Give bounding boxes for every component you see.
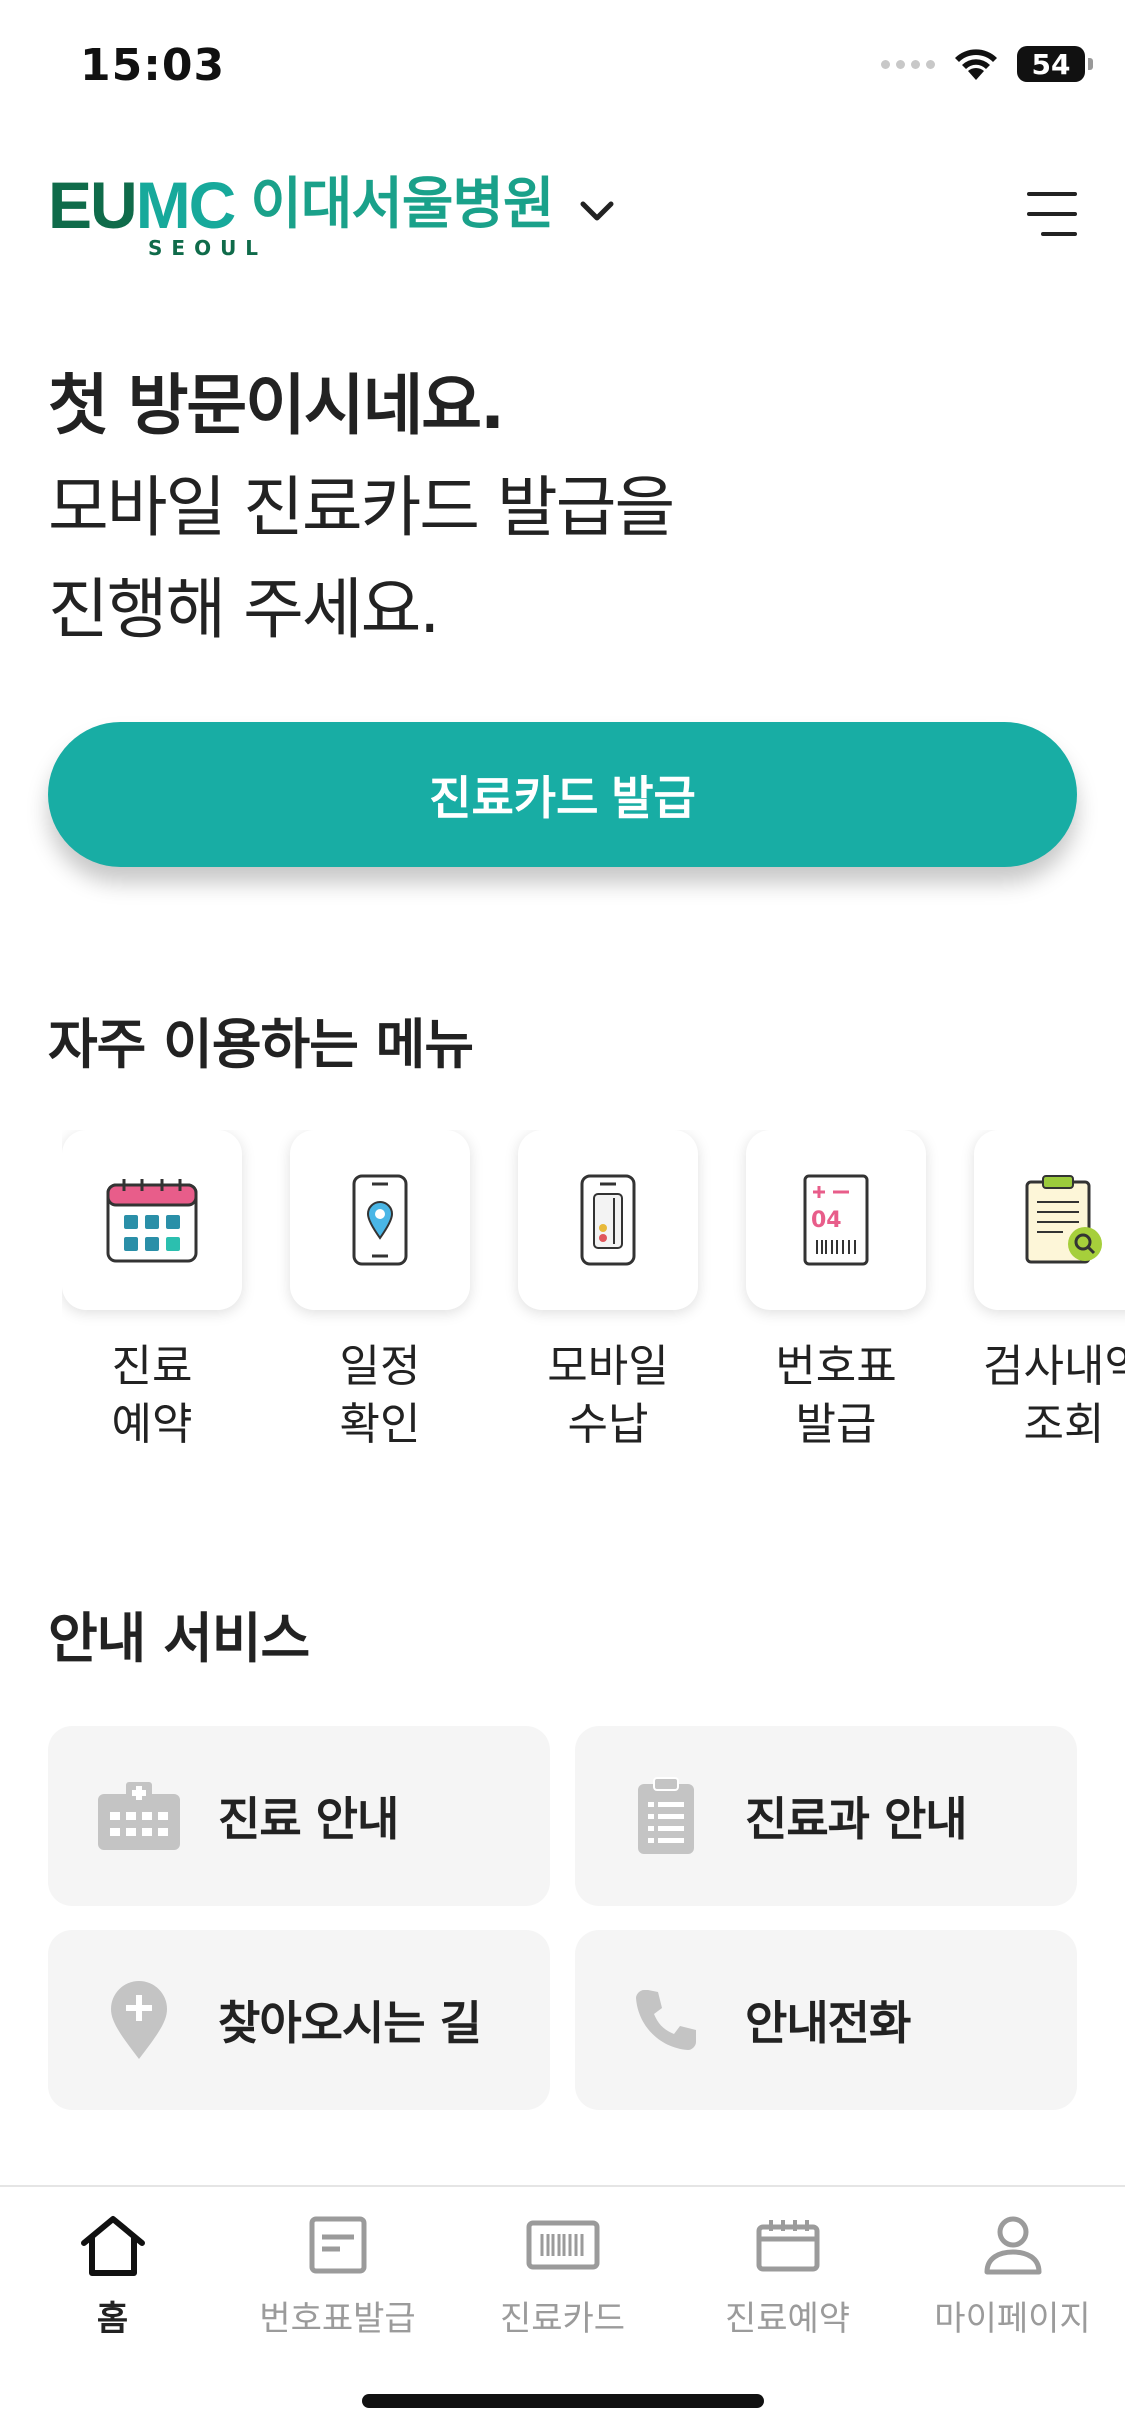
tab-reservation[interactable]: 진료예약 bbox=[675, 2205, 900, 2340]
tab-label: 진료예약 bbox=[724, 2299, 851, 2339]
barcode-card-icon bbox=[523, 2205, 603, 2285]
service-label: 찾아오시는 길 bbox=[218, 1996, 482, 2050]
menu-button[interactable] bbox=[1021, 192, 1077, 236]
quick-tile bbox=[974, 1130, 1125, 1310]
tab-home[interactable]: 홈 bbox=[0, 2205, 225, 2340]
tab-ticket[interactable]: 번호표발급 bbox=[225, 2205, 450, 2340]
quick-menu-list[interactable]: 진료 예약 일정 확인 모바일 수납 04 번호표 발급 검사내역 조회 bbox=[62, 1130, 1125, 1470]
quick-label-line: 번호표 bbox=[775, 1341, 897, 1392]
quick-tile bbox=[290, 1130, 470, 1310]
issue-card-button[interactable]: 진료카드 발급 bbox=[48, 722, 1077, 867]
app-header: EUMC SEOUL 이대서울병원 bbox=[0, 160, 1125, 270]
quick-label: 진료 예약 bbox=[112, 1338, 193, 1454]
ticket-tab-icon bbox=[298, 2205, 378, 2285]
quick-label: 번호표 발급 bbox=[775, 1338, 896, 1454]
service-label: 진료 안내 bbox=[218, 1792, 399, 1846]
status-indicators: 54 bbox=[881, 46, 1093, 82]
quick-menu-title: 자주 이용하는 메뉴 bbox=[48, 1013, 474, 1076]
tab-label: 진료카드 bbox=[499, 2299, 626, 2339]
user-icon bbox=[973, 2205, 1053, 2285]
eumc-logo: EUMC SEOUL bbox=[48, 168, 258, 260]
welcome-line-2: 모바일 진료카드 발급을 bbox=[48, 469, 675, 546]
tab-card[interactable]: 진료카드 bbox=[450, 2205, 675, 2340]
quick-label: 모바일 수납 bbox=[547, 1338, 668, 1454]
phone-location-icon bbox=[352, 1174, 408, 1266]
services-title: 안내 서비스 bbox=[48, 1607, 310, 1670]
hospital-icon bbox=[94, 1771, 184, 1861]
battery-icon: 54 bbox=[1017, 46, 1093, 82]
quick-label-line: 수납 bbox=[567, 1399, 649, 1450]
calendar-icon bbox=[106, 1179, 198, 1263]
service-department-guide[interactable]: 진료과 안내 bbox=[575, 1726, 1077, 1906]
welcome-line-1: 첫 방문이시네요. bbox=[48, 367, 505, 444]
hospital-name: 이대서울병원 bbox=[250, 172, 554, 237]
quick-tile: 04 bbox=[746, 1130, 926, 1310]
calendar-tab-icon bbox=[748, 2205, 828, 2285]
tab-label: 홈 bbox=[96, 2299, 129, 2339]
clipboard-list-icon bbox=[621, 1771, 711, 1861]
phone-icon bbox=[621, 1975, 711, 2065]
quick-label-line: 발급 bbox=[795, 1399, 877, 1450]
quick-item-payment[interactable]: 모바일 수납 bbox=[518, 1130, 698, 1454]
menu-line bbox=[1041, 232, 1077, 236]
mobile-card-icon bbox=[580, 1174, 636, 1266]
tab-label: 번호표발급 bbox=[259, 2299, 416, 2339]
logo-sub: SEOUL bbox=[148, 236, 268, 260]
ticket-icon: 04 bbox=[803, 1174, 869, 1266]
quick-label: 검사내역 조회 bbox=[983, 1338, 1125, 1454]
quick-item-test-results[interactable]: 검사내역 조회 bbox=[974, 1130, 1125, 1454]
quick-item-reservation[interactable]: 진료 예약 bbox=[62, 1130, 242, 1454]
svg-text:04: 04 bbox=[811, 1208, 842, 1233]
service-phone[interactable]: 안내전화 bbox=[575, 1930, 1077, 2110]
tab-mypage[interactable]: 마이페이지 bbox=[900, 2205, 1125, 2340]
service-treatment-guide[interactable]: 진료 안내 bbox=[48, 1726, 550, 1906]
quick-label-line: 조회 bbox=[1023, 1399, 1105, 1450]
cellular-signal-icon bbox=[881, 59, 935, 69]
map-pin-icon bbox=[94, 1975, 184, 2065]
status-bar: 15:03 54 bbox=[0, 0, 1125, 140]
hospital-selector[interactable]: EUMC SEOUL 이대서울병원 bbox=[48, 168, 617, 260]
home-indicator bbox=[362, 2394, 764, 2408]
quick-label-line: 모바일 bbox=[547, 1341, 669, 1392]
quick-label-line: 일정 bbox=[339, 1341, 421, 1392]
wifi-icon bbox=[955, 49, 997, 80]
service-label: 진료과 안내 bbox=[745, 1792, 968, 1846]
service-label: 안내전화 bbox=[745, 1996, 911, 2050]
quick-label: 일정 확인 bbox=[340, 1338, 421, 1454]
menu-line bbox=[1027, 192, 1077, 196]
quick-label-line: 진료 bbox=[111, 1341, 193, 1392]
tab-label: 마이페이지 bbox=[934, 2299, 1091, 2339]
status-time: 15:03 bbox=[80, 40, 226, 91]
quick-label-line: 확인 bbox=[339, 1399, 421, 1450]
logo-text: EUMC bbox=[48, 168, 236, 242]
service-directions[interactable]: 찾아오시는 길 bbox=[48, 1930, 550, 2110]
welcome-message: 첫 방문이시네요. 모바일 진료카드 발급을 진행해 주세요. bbox=[48, 355, 1048, 661]
home-icon bbox=[73, 2205, 153, 2285]
quick-item-ticket[interactable]: 04 번호표 발급 bbox=[746, 1130, 926, 1454]
chevron-down-icon bbox=[577, 192, 617, 232]
menu-line bbox=[1027, 212, 1077, 216]
quick-tile bbox=[518, 1130, 698, 1310]
welcome-line-3: 진행해 주세요. bbox=[48, 571, 440, 648]
quick-label-line: 검사내역 bbox=[983, 1341, 1125, 1392]
quick-item-schedule[interactable]: 일정 확인 bbox=[290, 1130, 470, 1454]
quick-tile bbox=[62, 1130, 242, 1310]
clipboard-search-icon bbox=[1025, 1175, 1102, 1264]
quick-label-line: 예약 bbox=[111, 1399, 193, 1450]
